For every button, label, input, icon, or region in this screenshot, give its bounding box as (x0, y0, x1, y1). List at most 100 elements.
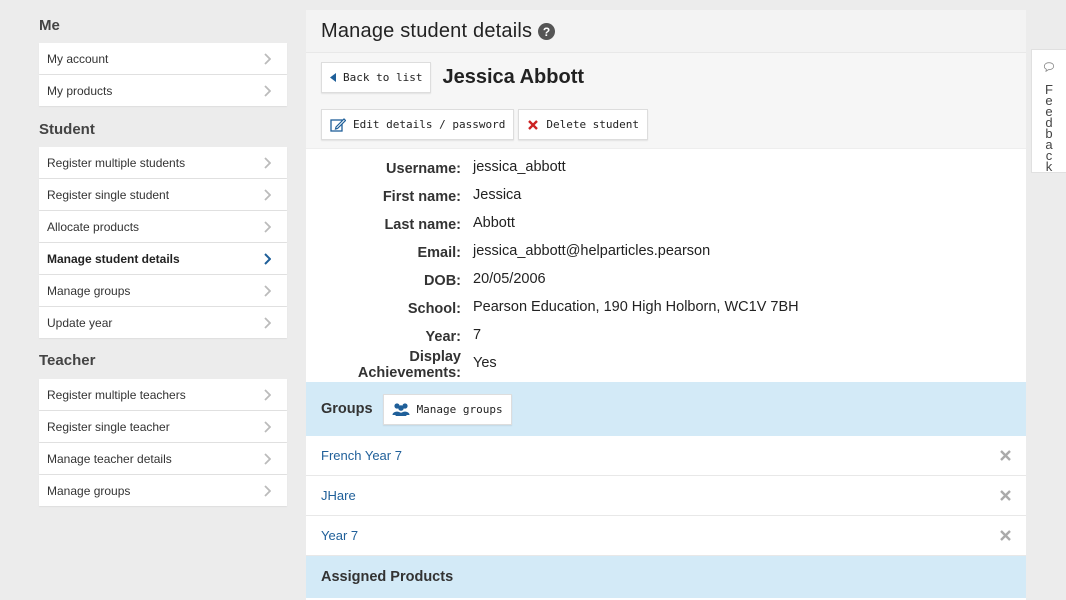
help-icon[interactable]: ? (538, 22, 556, 40)
remove-group-icon[interactable] (1000, 490, 1011, 501)
sidebar-item-allocate-products[interactable]: Allocate products (39, 211, 287, 242)
group-link[interactable]: Year 7 (321, 528, 358, 543)
chevron-right-icon (263, 52, 271, 65)
student-name: Jessica Abbott (442, 65, 585, 88)
detail-label: DOB: (423, 273, 461, 289)
detail-value: Pearson Education, 190 High Holborn, WC1… (473, 299, 799, 315)
section-heading-me: Me (39, 17, 60, 34)
detail-value: 7 (473, 327, 482, 343)
chevron-right-icon (263, 420, 271, 433)
sidebar-item-register-multiple-teachers[interactable]: Register multiple teachers (39, 379, 287, 410)
sidebar-item-label: Manage groups (47, 483, 131, 498)
chevron-right-icon (263, 188, 271, 201)
sidebar-item-label: Manage teacher details (47, 451, 172, 466)
detail-label: Display Achievements: (357, 349, 461, 381)
groups-heading: Groups (321, 401, 373, 417)
sidebar-item-label: Register single teacher (47, 419, 170, 434)
name-row: Back to list Jessica Abbott (306, 53, 1026, 101)
group-row: French Year 7 (306, 436, 1026, 476)
group-link[interactable]: JHare (321, 488, 356, 503)
edit-details-button[interactable]: Edit details / password (321, 109, 515, 140)
chevron-right-icon (263, 484, 271, 497)
sidebar-item-label: My account (47, 51, 109, 66)
users-icon (392, 403, 410, 416)
groups-header: Groups Manage groups (306, 382, 1026, 436)
sidebar-item-register-single-teacher[interactable]: Register single teacher (39, 411, 287, 442)
group-link[interactable]: French Year 7 (321, 448, 402, 463)
feedback-tab[interactable]: F e e d b a c k (1031, 49, 1066, 173)
edit-icon (330, 117, 346, 132)
section-heading-student: Student (39, 121, 95, 138)
back-to-list-button[interactable]: Back to list (321, 61, 432, 93)
chevron-right-icon (263, 156, 271, 169)
group-row: Year 7 (306, 516, 1026, 556)
detail-row-dob: DOB: 20/05/2006 (306, 267, 1026, 295)
chevron-right-icon (263, 316, 271, 329)
detail-row-school: School: Pearson Education, 190 High Holbo… (306, 295, 1026, 323)
sidebar-item-label: My products (47, 83, 113, 98)
chevron-right-icon (263, 452, 271, 465)
chevron-right-icon (263, 388, 271, 401)
remove-group-icon[interactable] (1000, 450, 1011, 461)
detail-value: 20/05/2006 (473, 271, 546, 287)
nav-list-student: Register multiple students Register sing… (39, 147, 287, 339)
sidebar-item-my-products[interactable]: My products (39, 75, 287, 106)
sidebar-item-label: Update year (47, 315, 113, 330)
group-list: French Year 7 JHare Year 7 (306, 436, 1026, 556)
detail-value: Abbott (473, 215, 515, 231)
svg-text:?: ? (543, 25, 550, 39)
detail-value: jessica_abbott (473, 159, 566, 175)
edit-details-label: Edit details / password (353, 118, 506, 131)
caret-left-icon (330, 72, 336, 82)
sidebar-item-label: Register multiple students (47, 155, 186, 170)
nav-list-teacher: Register multiple teachers Register sing… (39, 379, 287, 507)
detail-value: Jessica (473, 187, 522, 203)
page-title: Manage student details (321, 19, 533, 42)
delete-student-button[interactable]: Delete student (518, 109, 649, 140)
student-details: Username: jessica_abbott First name: Jessi… (306, 149, 1026, 381)
remove-group-icon[interactable] (1000, 530, 1011, 541)
detail-label: Last name: (384, 217, 461, 233)
sidebar-item-label: Register multiple teachers (47, 387, 186, 402)
sidebar-item-manage-teacher-details[interactable]: Manage teacher details (39, 443, 287, 474)
sidebar-item-label: Manage groups (47, 283, 131, 298)
manage-groups-button[interactable]: Manage groups (382, 393, 512, 425)
sidebar-item-manage-teacher-groups[interactable]: Manage groups (39, 475, 287, 506)
detail-label: School: (407, 301, 461, 317)
sidebar-item-register-multiple-students[interactable]: Register multiple students (39, 147, 287, 178)
speech-bubble-icon (1043, 62, 1055, 72)
chevron-right-icon (263, 284, 271, 297)
detail-value: Yes (473, 355, 497, 371)
detail-label: First name: (382, 189, 461, 205)
sidebar-item-label: Manage student details (47, 251, 180, 266)
chevron-right-icon (263, 252, 271, 265)
detail-row-username: Username: jessica_abbott (306, 155, 1026, 183)
delete-x-icon (528, 119, 539, 130)
main-panel: Manage student details ? Back to list Je… (306, 10, 1026, 600)
sidebar-item-manage-groups[interactable]: Manage groups (39, 275, 287, 306)
sidebar-item-label: Register single student (47, 187, 170, 202)
section-heading-teacher: Teacher (39, 352, 96, 369)
detail-label: Username: (386, 161, 461, 177)
assigned-products-header: Assigned Products (306, 556, 1026, 598)
detail-value: jessica_abbott@helparticles.pearson (473, 243, 711, 259)
detail-row-year: Year: 7 (306, 323, 1026, 351)
delete-student-label: Delete student (546, 118, 640, 131)
sidebar-item-my-account[interactable]: My account (39, 43, 287, 74)
chevron-right-icon (263, 84, 271, 97)
detail-row-last-name: Last name: Abbott (306, 211, 1026, 239)
detail-row-email: Email: jessica_abbott@helparticles.pearso… (306, 239, 1026, 267)
detail-row-display-achievements: Display Achievements: Yes (306, 349, 1026, 381)
back-to-list-label: Back to list (343, 70, 423, 84)
assigned-products-heading: Assigned Products (321, 569, 454, 585)
detail-label: Year: (425, 329, 461, 345)
chevron-right-icon (263, 220, 271, 233)
nav-list-me: My account My products (39, 43, 287, 107)
feedback-label: F e e d b a c k (1045, 83, 1053, 173)
sidebar-item-register-single-student[interactable]: Register single student (39, 179, 287, 210)
detail-label: Email: (417, 245, 461, 261)
sidebar-item-manage-student-details[interactable]: Manage student details (39, 243, 287, 274)
sidebar-item-label: Allocate products (47, 219, 140, 234)
manage-groups-label: Manage groups (416, 402, 503, 416)
sidebar-item-update-year[interactable]: Update year (39, 307, 287, 338)
